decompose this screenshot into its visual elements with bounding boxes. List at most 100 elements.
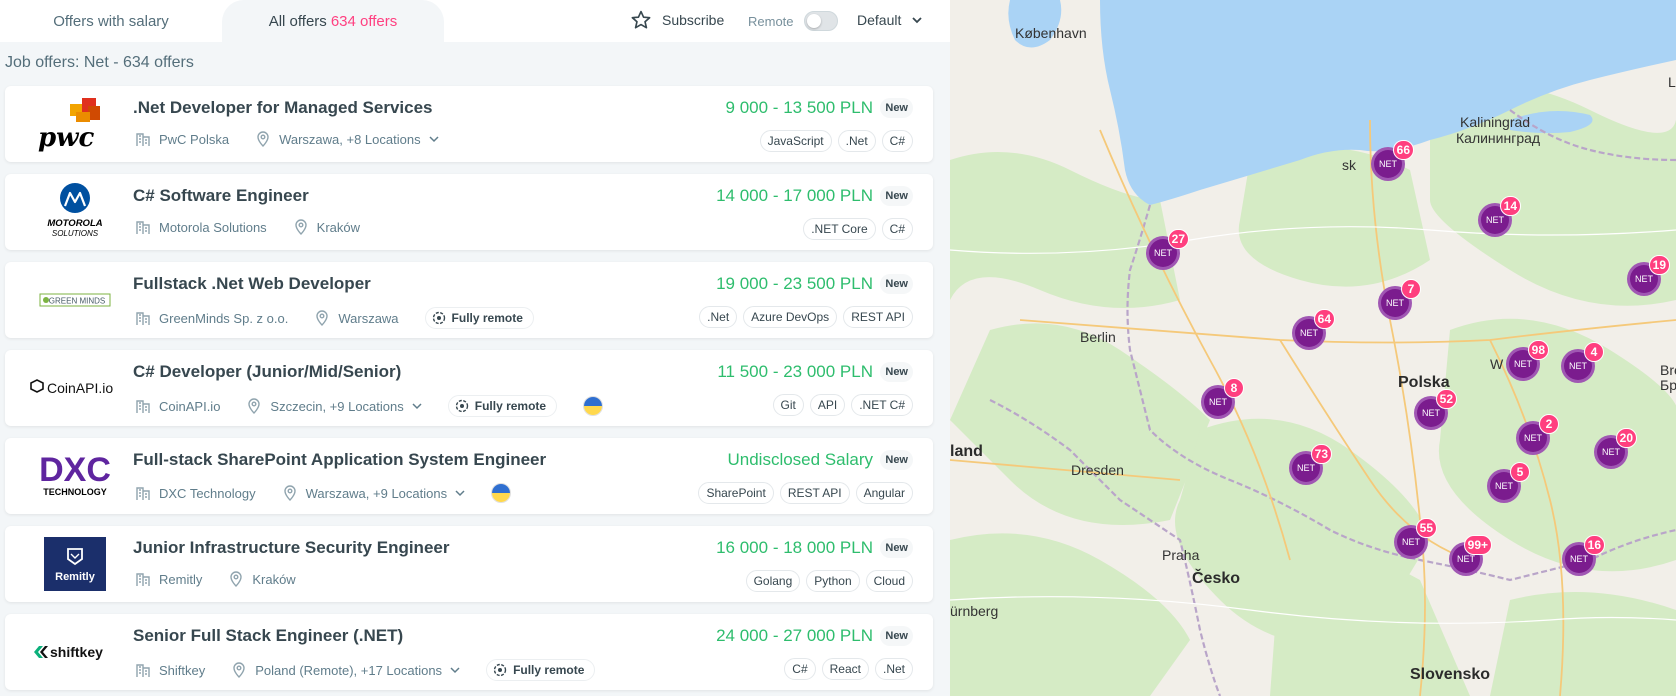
marker-count: 2: [1539, 414, 1559, 434]
chevron-down-icon[interactable]: [412, 401, 422, 411]
star-icon: [631, 10, 651, 29]
remote-label: Remote: [748, 13, 794, 29]
marker-label: NET: [1402, 537, 1420, 547]
map-label-bre: Bre: [1660, 362, 1676, 378]
offer-tags: .NET Core C#: [803, 218, 913, 240]
marker-label: NET: [1570, 554, 1588, 564]
offer-card[interactable]: pwc .Net Developer for Managed Services …: [5, 86, 933, 162]
new-badge: New: [880, 450, 913, 470]
offer-title: C# Software Engineer: [133, 186, 309, 205]
map-cluster-marker[interactable]: NET 5: [1487, 462, 1530, 503]
offer-title: Junior Infrastructure Security Engineer: [133, 538, 450, 557]
offer-company: DXC Technology: [159, 485, 256, 501]
new-badge: New: [880, 186, 913, 206]
offer-company: Motorola Solutions: [159, 219, 267, 235]
map-label-bre-cyr: Брэ: [1660, 377, 1676, 393]
marker-label: NET: [1300, 328, 1318, 338]
map-cluster-marker[interactable]: NET 20: [1594, 428, 1637, 469]
building-icon: [136, 664, 150, 677]
map-cluster-marker[interactable]: NET 73: [1289, 444, 1332, 485]
offer-title: .Net Developer for Managed Services: [133, 98, 433, 117]
offer-salary: 19 000 - 23 500 PLN: [716, 274, 873, 293]
map-cluster-marker[interactable]: NET 8: [1201, 378, 1244, 419]
skill-tag: Python: [806, 570, 860, 592]
remote-filter: Remote: [748, 11, 838, 31]
offer-meta: Shiftkey Poland (Remote), +17 Locations …: [135, 659, 596, 681]
offer-salary: 11 500 - 23 000 PLN: [717, 362, 873, 381]
new-badge: New: [880, 362, 913, 382]
skill-tag: C#: [881, 130, 913, 152]
offer-tags: JavaScript .Net C#: [759, 130, 913, 152]
map-cluster-marker[interactable]: NET 66: [1371, 140, 1414, 181]
sort-dropdown[interactable]: Default: [857, 12, 923, 28]
location-pin-icon: [248, 398, 261, 414]
offer-card[interactable]: Remitly Junior Infrastructure Security E…: [5, 526, 933, 602]
tab-offers-with-salary[interactable]: Offers with salary: [0, 0, 222, 42]
offer-meta: Motorola Solutions Kraków: [135, 219, 360, 235]
svg-text:shiftkey: shiftkey: [50, 644, 103, 660]
map-label-kobenhavn: København: [1015, 25, 1087, 41]
svg-text:Remitly: Remitly: [55, 571, 96, 583]
offer-card[interactable]: DXC TECHNOLOGY Full-stack SharePoint App…: [5, 438, 933, 514]
marker-count: 7: [1401, 279, 1421, 299]
skill-tag: .NET C#: [851, 394, 913, 416]
remote-toggle-knob: [806, 14, 821, 28]
fully-remote-label: Fully remote: [451, 311, 523, 325]
marker-count: 52: [1435, 389, 1457, 409]
offer-location: Kraków: [252, 571, 296, 587]
offer-card[interactable]: CoinAPI.io C# Developer (Junior/Mid/Seni…: [5, 350, 933, 426]
map-label-kaliningrad-cyr: Калининград: [1456, 130, 1541, 146]
subscribe-button[interactable]: Subscribe: [630, 9, 724, 31]
skill-tag: REST API: [779, 482, 850, 504]
map-cluster-marker[interactable]: NET 19: [1627, 255, 1670, 296]
map-label-praha: Praha: [1162, 547, 1200, 563]
company-logo-shiftkey: shiftkey: [25, 622, 125, 682]
map-cluster-marker[interactable]: NET 2: [1516, 414, 1559, 455]
offer-card[interactable]: GREEN MINDS Fullstack .Net Web Developer…: [5, 262, 933, 338]
marker-count: 98: [1527, 340, 1549, 360]
svg-text:MOTOROLA: MOTOROLA: [47, 218, 102, 229]
map-cluster-marker[interactable]: NET 99+: [1449, 535, 1492, 576]
skill-tag: REST API: [843, 306, 913, 328]
marker-label: NET: [1209, 397, 1227, 407]
location-pin-icon: [294, 219, 307, 235]
map-cluster-marker[interactable]: NET 14: [1478, 196, 1521, 237]
offer-card[interactable]: shiftkey Senior Full Stack Engineer (.NE…: [5, 614, 933, 690]
map-cluster-marker[interactable]: NET 16: [1562, 535, 1605, 576]
map-cluster-marker[interactable]: NET 64: [1292, 309, 1335, 350]
offer-card[interactable]: MOTOROLA SOLUTIONS C# Software Engineer …: [5, 174, 933, 250]
map-cluster-marker[interactable]: NET 27: [1146, 229, 1189, 270]
map-cluster-marker[interactable]: NET 98: [1506, 340, 1549, 381]
job-map[interactable]: København Kaliningrad Калининград Berlin…: [950, 0, 1676, 696]
skill-tag: React: [821, 658, 869, 680]
marker-label: NET: [1422, 408, 1440, 418]
chevron-down-icon[interactable]: [429, 134, 439, 144]
chevron-down-icon[interactable]: [455, 488, 465, 498]
skill-tag: .Net: [699, 306, 738, 328]
location-pin-icon: [316, 310, 329, 326]
remote-toggle[interactable]: [803, 11, 838, 31]
building-icon: [136, 312, 150, 325]
offer-salary: 14 000 - 17 000 PLN: [716, 186, 873, 205]
map-cluster-marker[interactable]: NET 52: [1414, 389, 1457, 430]
offer-title: Senior Full Stack Engineer (.NET): [133, 626, 404, 645]
offer-company: GreenMinds Sp. z o.o.: [159, 310, 289, 326]
marker-label: NET: [1524, 433, 1542, 443]
offer-salary: 16 000 - 18 000 PLN: [716, 538, 873, 557]
map-cluster-marker[interactable]: NET 4: [1561, 342, 1604, 383]
skill-tag: .Net: [837, 130, 876, 152]
marker-count: 4: [1584, 342, 1604, 362]
tab-offers-with-salary-label: Offers with salary: [53, 12, 169, 30]
offer-location: Kraków: [316, 219, 361, 235]
offer-location: Warszawa, +8 Locations: [279, 131, 421, 147]
marker-count: 64: [1313, 309, 1335, 329]
chevron-down-icon[interactable]: [450, 665, 460, 675]
app-root: Offers with salary All offers 634 offers…: [0, 0, 1676, 696]
map-cluster-marker[interactable]: NET 7: [1378, 279, 1421, 320]
tab-all-offers[interactable]: All offers 634 offers: [222, 0, 444, 42]
map-cluster-marker[interactable]: NET 55: [1394, 518, 1437, 559]
marker-count: 66: [1392, 140, 1414, 160]
offer-meta: GreenMinds Sp. z o.o. Warszawa Fully rem…: [135, 307, 534, 329]
marker-count: 73: [1310, 444, 1332, 464]
map-label-l-edge: L: [1668, 74, 1676, 90]
